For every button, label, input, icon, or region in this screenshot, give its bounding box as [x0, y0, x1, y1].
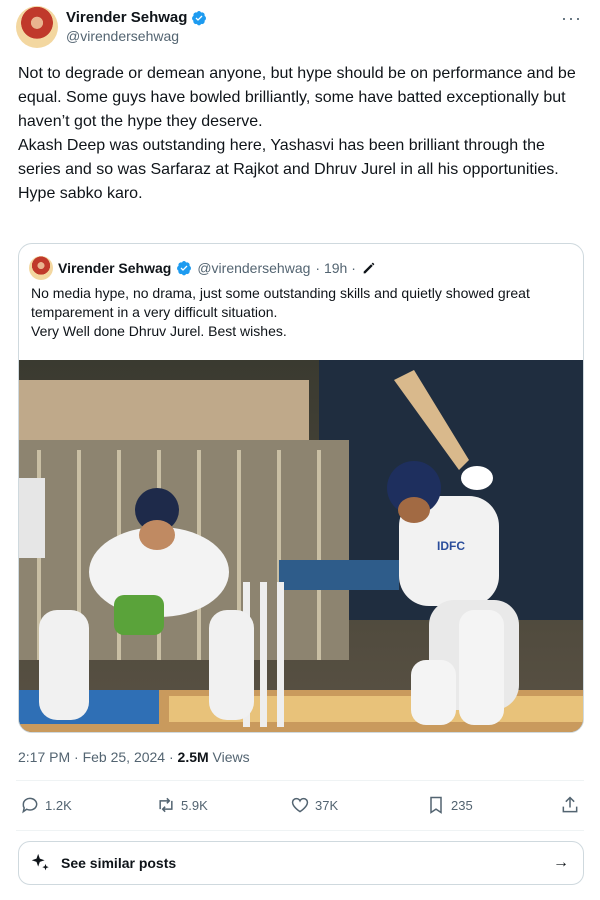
reply-button[interactable]: 1.2K — [20, 795, 72, 815]
author-name[interactable]: Virender Sehwag — [66, 8, 187, 27]
jersey-text: IDFC — [437, 539, 465, 553]
see-similar-posts-label: See similar posts — [61, 855, 177, 871]
like-button[interactable]: 37K — [290, 795, 338, 815]
repost-icon — [159, 797, 173, 813]
author-header: Virender Sehwag @virendersehwag — [16, 6, 207, 48]
author-handle[interactable]: @virendersehwag — [66, 27, 207, 46]
views-label: Views — [212, 749, 250, 765]
post-timestamp[interactable]: 2:17 PM · Feb 25, 2024 · — [18, 749, 174, 765]
quote-avatar — [29, 256, 53, 280]
share-icon — [562, 796, 578, 813]
like-count: 37K — [315, 797, 339, 813]
sparkle-icon — [31, 853, 49, 871]
quote-author-name: Virender Sehwag — [58, 260, 172, 276]
post-text: Not to degrade or demean anyone, but hyp… — [18, 65, 576, 202]
edit-icon — [363, 262, 375, 274]
views-count: 2.5M — [177, 749, 209, 765]
like-icon — [291, 797, 309, 813]
action-bar: 1.2K 5.9K 37K 235 — [20, 795, 590, 821]
tweet: Virender Sehwag @virendersehwag ··· Not … — [0, 0, 600, 900]
share-button[interactable] — [560, 795, 580, 815]
reply-count: 1.2K — [45, 797, 72, 813]
cricket-photo[interactable]: IDFC — [19, 360, 584, 733]
quoted-post[interactable]: Virender Sehwag @virendersehwag · 19h · … — [18, 243, 584, 733]
divider-bottom — [16, 830, 584, 831]
quote-header: Virender Sehwag @virendersehwag · 19h · — [29, 256, 377, 280]
more-icon[interactable]: ··· — [561, 8, 582, 29]
quote-time: · 19h · — [315, 260, 356, 276]
repost-count: 5.9K — [181, 797, 208, 813]
avatar[interactable] — [16, 6, 58, 48]
divider-top — [16, 780, 584, 781]
bookmark-count: 235 — [451, 797, 473, 813]
verified-icon — [177, 261, 192, 276]
author-name-row: Virender Sehwag — [66, 8, 207, 27]
see-similar-posts-button[interactable]: See similar posts → — [18, 841, 584, 885]
post-meta: 2:17 PM · Feb 25, 2024 · 2.5M Views — [18, 749, 250, 765]
verified-icon — [192, 10, 207, 25]
author-names: Virender Sehwag @virendersehwag — [66, 8, 207, 46]
reply-icon — [22, 797, 38, 814]
bookmark-button[interactable]: 235 — [426, 795, 473, 815]
repost-button[interactable]: 5.9K — [156, 795, 208, 815]
quote-text: No media hype, no drama, just some outst… — [31, 285, 530, 339]
arrow-right-icon: → — [553, 854, 569, 871]
bookmark-icon — [430, 796, 442, 814]
quote-handle: @virendersehwag — [197, 260, 311, 276]
